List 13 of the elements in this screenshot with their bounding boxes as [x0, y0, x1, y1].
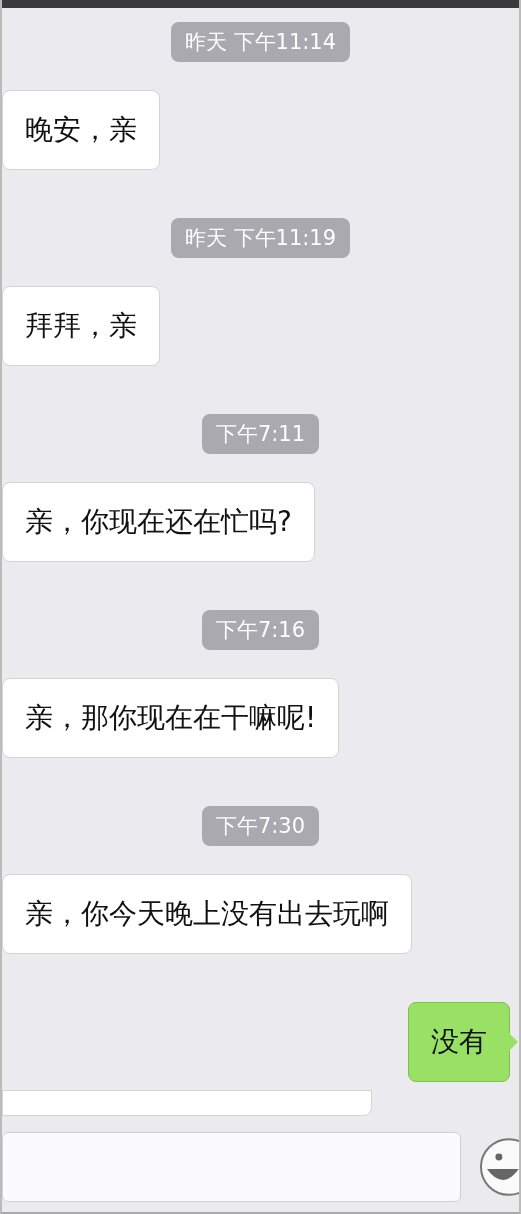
bubble-tail [509, 1033, 518, 1051]
message-bubble: 亲，你现在还在忙吗? [2, 482, 315, 562]
message-bubble: 晚安，亲 [2, 90, 160, 170]
emoji-icon[interactable] [479, 1137, 519, 1197]
timestamp: 昨天 下午11:19 [170, 218, 351, 258]
message-bubble: 亲，那你现在在干嘛呢! [2, 678, 340, 758]
timestamp: 下午7:30 [201, 806, 320, 846]
timestamp: 下午7:11 [201, 414, 320, 454]
timestamp: 下午7:16 [201, 610, 320, 650]
message-input[interactable] [2, 1132, 462, 1202]
message-bubble: 亲，你今天晚上没有出去玩啊 [2, 874, 412, 954]
timestamp: 昨天 下午11:14 [170, 22, 351, 62]
message-bubble: 拜拜，亲 [2, 286, 160, 366]
